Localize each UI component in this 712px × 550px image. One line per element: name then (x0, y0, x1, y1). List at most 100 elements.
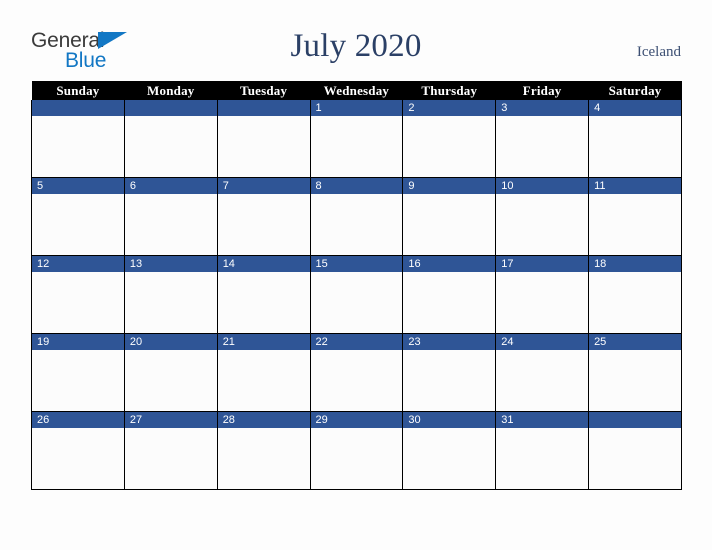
day-notes-area[interactable] (310, 116, 403, 177)
day-cell[interactable]: 18 (588, 255, 682, 334)
day-notes-area[interactable] (403, 194, 496, 255)
day-number (217, 100, 310, 116)
day-cell[interactable]: 7 (216, 177, 311, 256)
day-notes-area[interactable] (589, 428, 681, 489)
day-cell[interactable]: 30 (402, 411, 497, 490)
day-notes-area[interactable] (310, 350, 403, 411)
day-notes-area[interactable] (124, 194, 217, 255)
day-cell[interactable]: 2 (402, 100, 497, 178)
day-number: 8 (310, 178, 403, 194)
day-cell[interactable]: 1 (309, 100, 404, 178)
day-cell[interactable] (216, 100, 311, 178)
day-number: 13 (124, 256, 217, 272)
day-cell[interactable]: 9 (402, 177, 497, 256)
day-cell[interactable]: 13 (123, 255, 218, 334)
day-notes-area[interactable] (496, 272, 589, 333)
day-number: 23 (403, 334, 496, 350)
calendar-week-row: 19 20 21 22 23 24 25 (31, 333, 682, 412)
day-notes-area[interactable] (32, 116, 124, 177)
day-cell[interactable]: 11 (588, 177, 682, 256)
day-number: 19 (32, 334, 124, 350)
day-notes-area[interactable] (589, 116, 681, 177)
day-cell[interactable]: 4 (588, 100, 682, 178)
day-notes-area[interactable] (217, 428, 310, 489)
day-notes-area[interactable] (496, 428, 589, 489)
day-notes-area[interactable] (403, 350, 496, 411)
day-notes-area[interactable] (310, 272, 403, 333)
day-notes-area[interactable] (124, 428, 217, 489)
day-cell[interactable]: 23 (402, 333, 497, 412)
day-notes-area[interactable] (496, 194, 589, 255)
day-cell[interactable]: 27 (123, 411, 218, 490)
day-number (124, 100, 217, 116)
day-cell[interactable]: 5 (31, 177, 125, 256)
day-cell[interactable]: 28 (216, 411, 311, 490)
day-notes-area[interactable] (32, 272, 124, 333)
day-notes-area[interactable] (217, 116, 310, 177)
day-number: 18 (589, 256, 681, 272)
day-cell[interactable]: 19 (31, 333, 125, 412)
day-notes-area[interactable] (403, 428, 496, 489)
day-notes-area[interactable] (217, 272, 310, 333)
day-cell[interactable]: 16 (402, 255, 497, 334)
day-number: 22 (310, 334, 403, 350)
day-notes-area[interactable] (124, 272, 217, 333)
day-cell[interactable]: 20 (123, 333, 218, 412)
day-cell[interactable]: 22 (309, 333, 404, 412)
day-notes-area[interactable] (403, 272, 496, 333)
day-cell[interactable] (588, 411, 682, 490)
day-number: 4 (589, 100, 681, 116)
day-number: 21 (217, 334, 310, 350)
day-notes-area[interactable] (496, 350, 589, 411)
day-number: 24 (496, 334, 589, 350)
day-notes-area[interactable] (310, 194, 403, 255)
day-number: 5 (32, 178, 124, 194)
day-cell[interactable]: 15 (309, 255, 404, 334)
day-notes-area[interactable] (496, 116, 589, 177)
day-notes-area[interactable] (217, 350, 310, 411)
day-number: 14 (217, 256, 310, 272)
day-cell[interactable]: 21 (216, 333, 311, 412)
weekday-header-wednesday: Wednesday (310, 81, 403, 100)
day-cell[interactable] (123, 100, 218, 178)
day-notes-area[interactable] (403, 116, 496, 177)
day-cell[interactable]: 12 (31, 255, 125, 334)
weekday-header-saturday: Saturday (588, 81, 682, 100)
day-cell[interactable]: 24 (495, 333, 590, 412)
day-number: 12 (32, 256, 124, 272)
day-cell[interactable]: 31 (495, 411, 590, 490)
day-number: 17 (496, 256, 589, 272)
calendar-week-row: 26 27 28 29 30 31 (31, 411, 682, 490)
day-number: 9 (403, 178, 496, 194)
day-notes-area[interactable] (310, 428, 403, 489)
day-cell[interactable]: 10 (495, 177, 590, 256)
weekday-header-monday: Monday (124, 81, 218, 100)
day-number: 7 (217, 178, 310, 194)
day-cell[interactable]: 14 (216, 255, 311, 334)
day-number: 15 (310, 256, 403, 272)
day-cell[interactable]: 29 (309, 411, 404, 490)
day-cell[interactable]: 17 (495, 255, 590, 334)
day-notes-area[interactable] (32, 350, 124, 411)
weekday-header-friday: Friday (495, 81, 589, 100)
day-notes-area[interactable] (32, 428, 124, 489)
day-notes-area[interactable] (589, 350, 681, 411)
day-cell[interactable] (31, 100, 125, 178)
day-notes-area[interactable] (217, 194, 310, 255)
day-cell[interactable]: 26 (31, 411, 125, 490)
day-notes-area[interactable] (589, 194, 681, 255)
day-number: 31 (496, 412, 589, 428)
day-number: 27 (124, 412, 217, 428)
day-cell[interactable]: 3 (495, 100, 590, 178)
day-notes-area[interactable] (124, 350, 217, 411)
day-cell[interactable]: 8 (309, 177, 404, 256)
day-notes-area[interactable] (589, 272, 681, 333)
day-cell[interactable]: 25 (588, 333, 682, 412)
day-notes-area[interactable] (124, 116, 217, 177)
day-number (32, 100, 124, 116)
day-number: 2 (403, 100, 496, 116)
day-number: 20 (124, 334, 217, 350)
day-notes-area[interactable] (32, 194, 124, 255)
day-cell[interactable]: 6 (123, 177, 218, 256)
page-title: July 2020 (290, 28, 422, 64)
